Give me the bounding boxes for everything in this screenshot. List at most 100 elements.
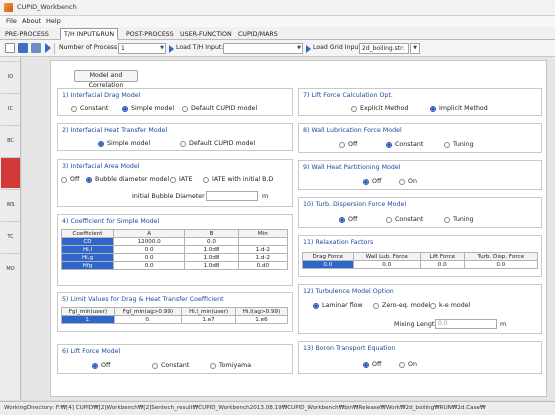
tab-pre-process[interactable]: PRE-PROCESS [1,28,53,40]
radio-td-tuning[interactable] [444,217,450,223]
radio-drag-default[interactable] [182,106,188,112]
table-cell[interactable] [237,237,289,246]
run-icon[interactable] [45,43,51,53]
table-cell[interactable]: 1.0d8 [184,253,239,262]
radio-drag-constant[interactable] [71,106,77,112]
table-cell[interactable]: 0.0 [112,253,186,262]
group-title: 10) Turb. Dispersion Force Model [303,201,407,208]
table-cell[interactable]: 0.d0 [237,261,289,270]
table-cell[interactable]: 0.0 [112,245,186,254]
table-cell[interactable]: 0.0 [302,260,354,269]
group-title: 13) Boron Transport Equation [303,345,396,352]
radio-wall-lub-tuning[interactable] [444,142,450,148]
option-label: IATE with initial B.D [212,176,274,183]
radio-area-iate-initial[interactable] [203,177,209,183]
radio-whp-on[interactable] [399,179,405,185]
tab-cupid-mars[interactable]: CUPID/MARS [234,28,282,40]
save-as-icon[interactable] [31,43,41,53]
group-title: 1) Interfacial Drag Model [62,92,141,99]
radio-lift-tomiyama[interactable] [210,363,216,369]
radio-turb-laminar[interactable] [313,303,319,309]
turb-dispersion-group: 10) Turb. Dispersion Force Model Off Con… [298,197,542,228]
sidebar-item-mo[interactable]: MO [1,253,20,284]
chevron-down-icon: ▼ [413,45,417,51]
lift-force-group: 6) Lift Force Model Off Constant Tomiyam… [57,344,293,374]
table-cell[interactable]: 1.0d8 [184,261,239,270]
option-label: Constant [161,362,190,369]
table-cell[interactable]: 0.0 [184,237,239,246]
tab-user-function[interactable]: USER-FUNCTION [176,28,236,40]
radio-area-off[interactable] [61,177,67,183]
radio-turb-zero-eq[interactable] [373,303,379,309]
radio-boron-off[interactable] [363,362,369,368]
load-grid-combo[interactable]: 2d_boiling.str: [359,43,409,54]
sidebar-item-io[interactable]: IO [1,61,20,92]
load-th-icon[interactable] [169,45,174,53]
tab-post-process[interactable]: POST-PROCESS [122,28,178,40]
wall-lubrication-group: 8) Wall Lubrication Force Model Off Cons… [298,123,542,153]
table-cell[interactable]: 0.0 [463,260,539,269]
option-label: Explicit Method [360,105,409,112]
table-cell[interactable]: 1.e7 [181,315,236,324]
table-row: 1. 0. 1.e7 1.e6 [61,315,289,324]
table-cell[interactable]: 1.d-2 [237,245,289,254]
radio-lift-off[interactable] [92,363,98,369]
table-cell[interactable]: 1.0d8 [184,245,239,254]
table-cell[interactable]: 1.e6 [234,315,289,324]
radio-td-off[interactable] [339,217,345,223]
radio-drag-simple[interactable] [122,106,128,112]
radio-turb-k-e[interactable] [430,303,436,309]
window-title: CUPID_Workbench [17,3,77,11]
title-bar: CUPID_Workbench [0,0,555,16]
relaxation-factors-group: 11) Relaxation Factors Drag Force Wall L… [298,235,542,277]
radio-iht-simple[interactable] [98,141,104,147]
option-label: Off [372,178,382,185]
radio-wall-lub-constant[interactable] [386,142,392,148]
radio-lift-explicit[interactable] [351,106,357,112]
table-cell[interactable]: 1. [61,315,115,324]
table-cell[interactable]: 0.0 [419,260,465,269]
load-grid-icon[interactable] [306,45,311,53]
radio-wall-lub-off[interactable] [339,142,345,148]
menu-file[interactable]: File [6,17,17,25]
radio-area-bubble[interactable] [86,177,92,183]
table-cell[interactable]: 1.d-2 [237,253,289,262]
load-th-combo[interactable]: ▼ [223,43,303,54]
option-label: Constant [395,141,424,148]
limit-values-table: Fgl_min(user) Fgl_min(ag>0.99) Hi,l_min(… [61,307,289,324]
load-grid-value: 2d_boiling.str: [362,45,405,52]
option-label: Off [101,362,111,369]
save-icon[interactable] [18,43,28,53]
sidebar-item-ic[interactable]: IC [1,93,20,124]
model-correlation-button[interactable]: Model and Correlation [74,70,138,89]
table-cell[interactable]: 12000.0 [112,237,186,246]
load-grid-dropdown[interactable]: ▼ [410,43,420,54]
radio-boron-on[interactable] [399,362,405,368]
sidebar-item-models[interactable]: M [1,157,20,188]
process-combo[interactable]: 1 ▼ [118,43,166,54]
option-label: On [408,361,417,368]
table-cell[interactable]: 0. [113,315,183,324]
option-label: Bubble diameter model [95,176,170,183]
radio-td-constant[interactable] [386,217,392,223]
radio-whp-off[interactable] [363,179,369,185]
column-header: A [112,229,186,238]
radio-lift-constant[interactable] [152,363,158,369]
option-label: Off [348,216,358,223]
mixing-length-input[interactable]: 0.0 [435,319,497,329]
sidebar-item-ws[interactable]: WS [1,189,20,220]
menu-about[interactable]: About [22,17,41,25]
radio-iht-default[interactable] [180,141,186,147]
sidebar-item-bc[interactable]: BC [1,125,20,156]
table-cell[interactable]: 0.0 [352,260,421,269]
chevron-down-icon: ▼ [160,45,164,51]
radio-lift-implicit[interactable] [430,106,436,112]
tab-th-input-run[interactable]: T/H INPUT&RUN [60,28,119,40]
menu-help[interactable]: Help [46,17,61,25]
bubble-diameter-input[interactable] [206,191,258,201]
sidebar-item-tc[interactable]: TC [1,221,20,252]
new-file-icon[interactable] [5,43,15,53]
option-label: On [408,178,417,185]
table-cell[interactable]: 0.0 [112,261,186,270]
radio-area-iate[interactable] [170,177,176,183]
